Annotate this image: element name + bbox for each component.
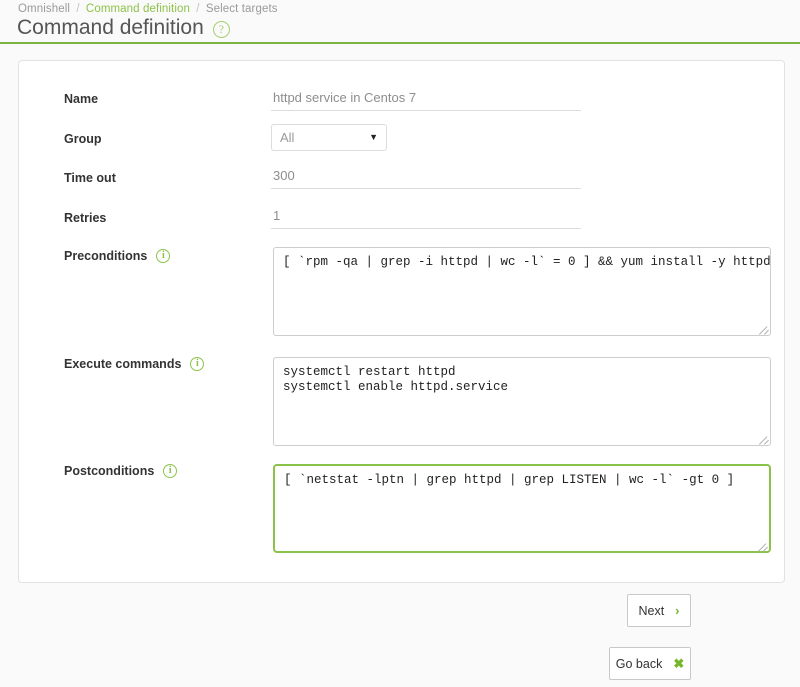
group-select-value: All [280,130,295,145]
group-label: Group [64,132,102,146]
page-header: Omnishell / Command definition / Select … [0,0,800,44]
breadcrumb-item-command-definition[interactable]: Command definition [86,3,190,15]
preconditions-textarea[interactable]: [ `rpm -qa | grep -i httpd | wc -l` = 0 … [273,247,771,336]
chevron-right-icon: › [675,603,680,618]
info-circle-icon[interactable]: i [163,464,178,478]
name-label-text: Name [64,92,99,106]
page-title-row: Command definition ? [17,16,230,40]
retries-label: Retries [64,211,106,225]
breadcrumb-separator: / [196,3,200,15]
execute-commands-label-text: Execute commands [64,357,182,371]
group-label-text: Group [64,132,102,146]
postconditions-label: Postconditions i [64,464,178,478]
execute-commands-label: Execute commands i [64,357,205,371]
next-button-label: Next [638,603,665,618]
chevron-down-icon: ▼ [369,132,378,142]
close-x-icon: ✖ [673,656,685,671]
preconditions-label-text: Preconditions [64,249,148,263]
postconditions-textarea[interactable]: [ `netstat -lptn | grep httpd | grep LIS… [273,464,771,553]
timeout-label-text: Time out [64,171,116,185]
execute-commands-textarea[interactable]: systemctl restart httpd systemctl enable… [273,357,771,446]
preconditions-label: Preconditions i [64,249,171,263]
info-circle-icon[interactable]: i [190,357,205,371]
breadcrumb-separator: / [76,3,80,15]
group-select[interactable]: All ▼ [271,124,387,151]
retries-label-text: Retries [64,211,107,225]
info-circle-icon[interactable]: i [156,249,171,263]
retries-input[interactable] [271,207,581,229]
page-title: Command definition [17,16,204,39]
name-input[interactable] [271,89,581,111]
timeout-input[interactable] [271,167,581,189]
timeout-label: Time out [64,171,116,185]
postconditions-label-text: Postconditions [64,464,155,478]
breadcrumb-item-omnishell[interactable]: Omnishell [18,3,70,15]
breadcrumb: Omnishell / Command definition / Select … [18,3,278,15]
next-button[interactable]: Next › [627,594,691,627]
breadcrumb-item-select-targets[interactable]: Select targets [206,3,278,15]
command-definition-card: Name Group All ▼ Time out Retries Precon… [18,60,785,583]
go-back-button-label: Go back [615,656,663,671]
help-circle-icon[interactable]: ? [212,20,230,38]
name-label: Name [64,92,98,106]
go-back-button[interactable]: Go back ✖ [609,647,691,680]
